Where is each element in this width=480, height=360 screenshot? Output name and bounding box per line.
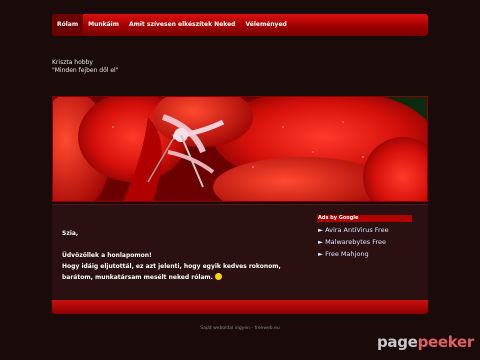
watermark-peeker: peeker (417, 333, 475, 351)
bottom-bar (52, 300, 428, 314)
main-nav: Rólam Munkáim Amit szívesen elkészítek N… (52, 14, 428, 36)
ad-link-avira[interactable]: ► Avira AntiVirus Free (318, 226, 389, 234)
nav-item-munkaim[interactable]: Munkáim (83, 14, 124, 36)
welcome-text: Üdvözöllek a honlapomon! (62, 252, 152, 259)
smiley-icon (214, 273, 222, 280)
hero-image (53, 97, 427, 201)
pagepeeker-watermark: pagepeeker (377, 333, 474, 351)
footer-text[interactable]: Saját weboldal ingyen - freeweb.eu (0, 326, 480, 331)
nav-item-velemenyed[interactable]: Véleményed (240, 14, 291, 36)
greeting: Szia, (62, 230, 79, 237)
ads-list: ► Avira AntiVirus Free ► Malwarebytes Fr… (318, 226, 389, 258)
site-slogan: "Minden fejben dől el" (52, 67, 119, 74)
main-text: Szia, Üdvözöllek a honlapomon! Hogy idái… (62, 228, 312, 283)
ads-header: Ads by Google (317, 215, 412, 222)
ad-link-malwarebytes[interactable]: ► Malwarebytes Free (318, 238, 389, 246)
nav-item-rolam[interactable]: Rólam (52, 14, 84, 36)
watermark-page: page (376, 333, 418, 351)
nav-item-amit-szivesen[interactable]: Amit szívesen elkészítek Neked (124, 14, 240, 36)
ad-link-mahjong[interactable]: ► Free Mahjong (318, 250, 389, 258)
intro-paragraph: Hogy idáig eljutottál, ez azt jelenti, h… (62, 263, 281, 281)
